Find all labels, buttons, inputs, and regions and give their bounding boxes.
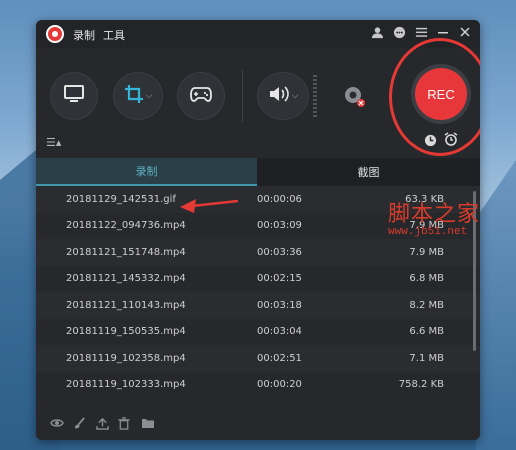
file-size: 6.8 MB (409, 273, 444, 285)
chevron-down-icon: ⌵ (145, 91, 153, 101)
file-size: 8.2 MB (409, 299, 444, 311)
annotation-circle (389, 38, 480, 156)
audio-button[interactable]: ⌵ (257, 72, 309, 120)
chat-icon[interactable] (391, 26, 407, 42)
crop-icon (124, 84, 144, 108)
file-duration: 00:03:09 (257, 220, 302, 232)
menu-tools[interactable]: 工具 (103, 27, 125, 43)
monitor-icon (64, 85, 84, 107)
fullscreen-mode-button[interactable] (50, 72, 98, 120)
file-duration: 00:02:15 (257, 273, 302, 285)
file-name: 20181129_142531.gif (66, 193, 176, 205)
user-icon[interactable] (369, 26, 385, 42)
chevron-down-icon: ⌵ (291, 91, 299, 101)
file-size: 7.1 MB (409, 352, 444, 364)
webcam-icon[interactable] (344, 86, 366, 112)
app-logo-icon (46, 25, 64, 43)
speaker-icon (268, 85, 290, 107)
file-duration: 00:03:36 (257, 246, 302, 258)
table-row[interactable]: 20181121_145332.mp4 00:02:15 6.8 MB (36, 265, 480, 292)
folder-icon[interactable] (141, 417, 155, 432)
table-row[interactable]: 20181119_102333.mp4 00:00:20 758.2 KB (36, 371, 480, 398)
table-row[interactable]: 20181119_102358.mp4 00:02:51 7.1 MB (36, 345, 480, 372)
table-row[interactable]: 20181119_150535.mp4 00:03:04 6.6 MB (36, 318, 480, 345)
toolbar-divider (242, 70, 243, 122)
file-name: 20181119_102333.mp4 (66, 379, 186, 391)
file-name: 20181122_094736.mp4 (66, 220, 186, 232)
annotation-arrow (178, 195, 240, 219)
file-name: 20181119_102358.mp4 (66, 352, 186, 364)
file-name: 20181121_110143.mp4 (66, 299, 186, 311)
file-duration: 00:03:18 (257, 299, 302, 311)
trash-icon[interactable] (118, 417, 130, 433)
tab-bar: 录制 截图 (36, 158, 480, 186)
brush-icon[interactable] (73, 417, 86, 433)
file-size: 6.6 MB (409, 326, 444, 338)
list-toggle-icon[interactable]: ☰▴ (46, 136, 61, 149)
game-mode-button[interactable] (177, 72, 225, 120)
file-name: 20181121_151748.mp4 (66, 246, 186, 258)
eye-icon[interactable] (50, 417, 64, 432)
gamepad-icon (190, 86, 212, 106)
file-size: 758.2 KB (398, 379, 444, 391)
watermark-title: 脚本之家 (388, 202, 481, 227)
title-bar: 录制 工具 (36, 20, 480, 48)
region-mode-button[interactable]: ⌵ (113, 72, 163, 120)
file-duration: 00:00:20 (257, 379, 302, 391)
menu-record[interactable]: 录制 (73, 27, 95, 43)
file-size: 7.9 MB (409, 246, 444, 258)
tab-record[interactable]: 录制 (36, 158, 257, 186)
volume-meter (313, 75, 317, 119)
file-name: 20181119_150535.mp4 (66, 326, 186, 338)
bottom-toolbar (36, 408, 480, 440)
table-row[interactable]: 20181121_110143.mp4 00:03:18 8.2 MB (36, 292, 480, 319)
file-name: 20181121_145332.mp4 (66, 273, 186, 285)
file-duration: 00:00:06 (257, 193, 302, 205)
table-row[interactable]: 20181121_151748.mp4 00:03:36 7.9 MB (36, 239, 480, 266)
close-icon[interactable] (457, 26, 473, 42)
file-duration: 00:03:04 (257, 326, 302, 338)
file-duration: 00:02:51 (257, 352, 302, 364)
background-mountain-right (476, 160, 516, 450)
watermark-url: www.jb51.net (388, 226, 468, 238)
tab-screenshot[interactable]: 截图 (257, 158, 480, 186)
upload-icon[interactable] (96, 417, 109, 433)
